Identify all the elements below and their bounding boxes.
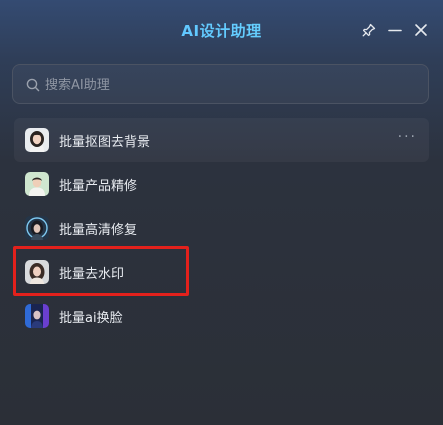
minimize-icon xyxy=(387,22,403,38)
avatar-man-portrait-icon xyxy=(25,172,49,196)
avatar-woman-portrait-2-icon xyxy=(25,260,49,284)
ai-assistant-window: AI设计助理 搜索AI助理 批量抠图去背景 ··· 批量产品精修 批量高清修复 … xyxy=(0,0,443,425)
list-item-label: 批量产品精修 xyxy=(59,179,138,194)
pin-button[interactable] xyxy=(361,22,377,38)
list-item-label: 批量抠图去背景 xyxy=(59,135,151,150)
avatar-glowing-portrait-icon xyxy=(25,216,49,240)
list-item-product-retouch[interactable]: 批量产品精修 xyxy=(14,162,429,206)
more-options-button[interactable]: ··· xyxy=(398,129,417,145)
close-icon xyxy=(413,22,429,38)
list-item-ai-face-swap[interactable]: 批量ai换脸 xyxy=(14,294,429,338)
list-item-remove-watermark[interactable]: 批量去水印 xyxy=(14,250,429,294)
minimize-button[interactable] xyxy=(387,22,403,38)
search-input[interactable] xyxy=(43,66,417,104)
title-bar: AI设计助理 xyxy=(0,0,443,64)
list-item-hd-restore[interactable]: 批量高清修复 xyxy=(14,206,429,250)
list-item-remove-background[interactable]: 批量抠图去背景 ··· xyxy=(14,118,429,162)
pin-icon xyxy=(361,22,377,38)
list-item-label: 批量ai换脸 xyxy=(59,311,123,326)
search-box[interactable] xyxy=(12,64,429,104)
avatar-woman-portrait-icon xyxy=(25,128,49,152)
search-icon xyxy=(26,77,40,92)
close-button[interactable] xyxy=(413,22,429,38)
list-item-label: 批量高清修复 xyxy=(59,223,138,238)
avatar-blue-scene-icon xyxy=(25,304,49,328)
list-item-label: 批量去水印 xyxy=(59,267,125,282)
assistant-list: 批量抠图去背景 ··· 批量产品精修 批量高清修复 批量去水印 批量ai换脸 xyxy=(14,118,429,338)
